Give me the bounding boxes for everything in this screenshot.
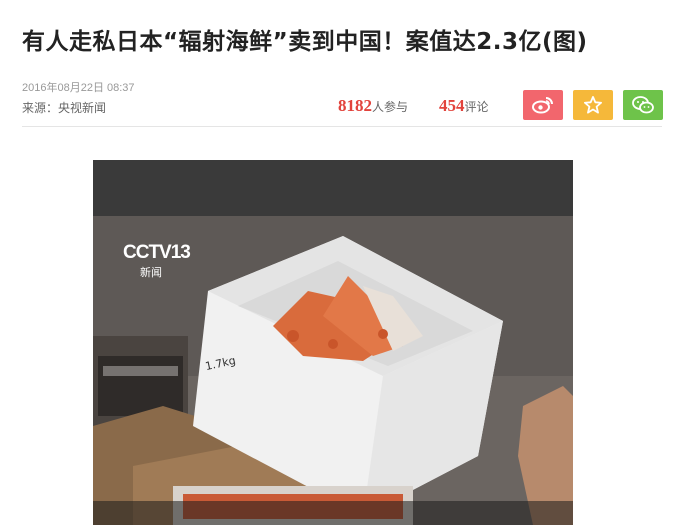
share-wechat-button[interactable] [623, 90, 663, 120]
star-icon [584, 96, 602, 114]
favorite-button[interactable] [573, 90, 613, 120]
news-video[interactable]: CCTV13 新闻 1.7kg [93, 160, 573, 525]
comments-label: 评论 [464, 100, 489, 114]
source-label: 来源：央视新闻 [22, 101, 107, 115]
participants-label: 人参与 [372, 100, 409, 114]
cctv-logo-sub: 新闻 [140, 266, 162, 279]
article-title: 有人走私日本“辐射海鲜”卖到中国！案值达2.3亿(图) [22, 29, 588, 55]
wechat-icon [632, 96, 654, 114]
participants-count: 8182 [338, 96, 372, 115]
header-divider [22, 126, 662, 127]
cctv-logo: CCTV13 [123, 242, 191, 263]
comments-stat[interactable]: 454评论 [439, 96, 489, 116]
participants-stat[interactable]: 8182人参与 [338, 96, 408, 116]
publish-date: 2016年08月22日 08:37 [22, 82, 135, 94]
comments-count: 454 [439, 96, 465, 115]
weibo-icon [532, 97, 553, 114]
share-weibo-button[interactable] [523, 90, 563, 120]
